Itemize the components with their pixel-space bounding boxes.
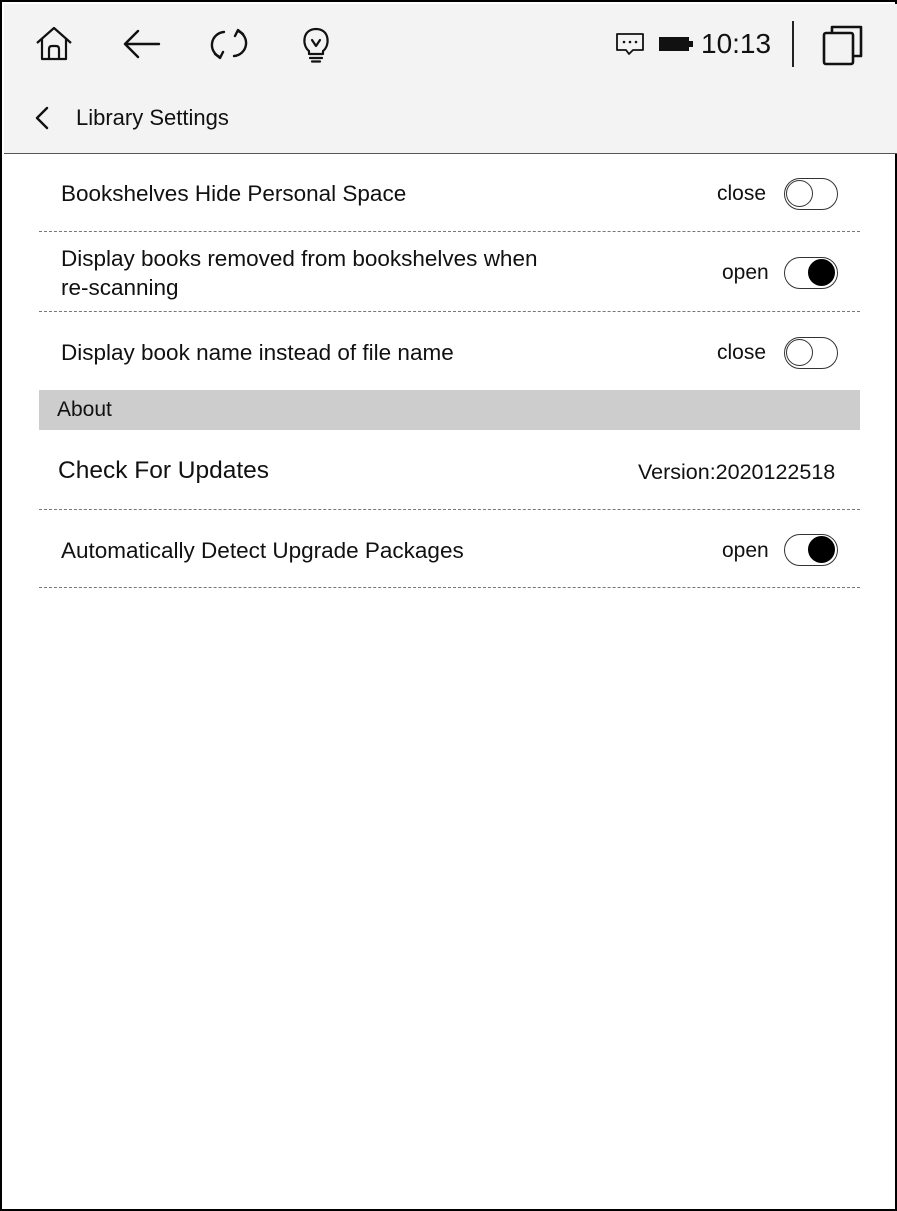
toggle-switch[interactable]	[784, 257, 838, 289]
check-for-updates-label: Check For Updates	[58, 457, 270, 484]
lightbulb-icon[interactable]	[296, 24, 336, 64]
toggle-state-label: open	[722, 539, 769, 562]
toggle-switch[interactable]	[784, 534, 838, 566]
message-icon	[615, 32, 645, 56]
status-bar: 10:13	[4, 4, 897, 81]
toggle-knob	[786, 339, 813, 366]
status-divider	[792, 21, 794, 67]
version-text: Version:2020122518	[638, 460, 836, 484]
toggle-knob	[808, 259, 835, 286]
check-for-updates-row[interactable]: Check For Updates Version:2020122518	[39, 430, 860, 510]
setting-label-line-2: re-scanning	[61, 275, 179, 300]
setting-row-book-name-instead-of-file[interactable]: Display book name instead of file name c…	[39, 312, 860, 390]
toggle-state-label: open	[722, 261, 769, 284]
refresh-icon[interactable]	[209, 24, 249, 64]
clock-time: 10:13	[701, 28, 772, 59]
recent-apps-icon[interactable]	[821, 23, 865, 67]
page-title: Library Settings	[76, 105, 229, 130]
back-arrow-icon[interactable]	[122, 24, 162, 64]
setting-label-line-1: Display books removed from bookshelves w…	[61, 246, 538, 271]
setting-row-display-removed-books[interactable]: Display books removed from bookshelves w…	[39, 232, 860, 312]
toggle-knob	[786, 180, 813, 207]
setting-label: Display book name instead of file name	[61, 340, 454, 365]
toggle-knob	[808, 536, 835, 563]
toggle-switch[interactable]	[784, 337, 838, 369]
title-bar: Library Settings	[4, 81, 897, 154]
toggle-state-label: close	[717, 341, 767, 364]
section-header-about: About	[39, 390, 860, 430]
setting-row-auto-detect-upgrade[interactable]: Automatically Detect Upgrade Packages op…	[39, 510, 860, 588]
chevron-left-icon[interactable]	[32, 105, 52, 131]
screen-frame: 10:13 Library Settings Bookshelves Hide …	[0, 0, 897, 1211]
toggle-state-label: close	[717, 182, 767, 205]
setting-label: Bookshelves Hide Personal Space	[61, 181, 407, 206]
section-header-label: About	[57, 398, 112, 421]
setting-row-hide-personal-space[interactable]: Bookshelves Hide Personal Space close	[39, 154, 860, 232]
toggle-switch[interactable]	[784, 178, 838, 210]
home-icon[interactable]	[34, 24, 74, 64]
battery-icon	[658, 35, 694, 53]
setting-label: Automatically Detect Upgrade Packages	[61, 538, 464, 563]
